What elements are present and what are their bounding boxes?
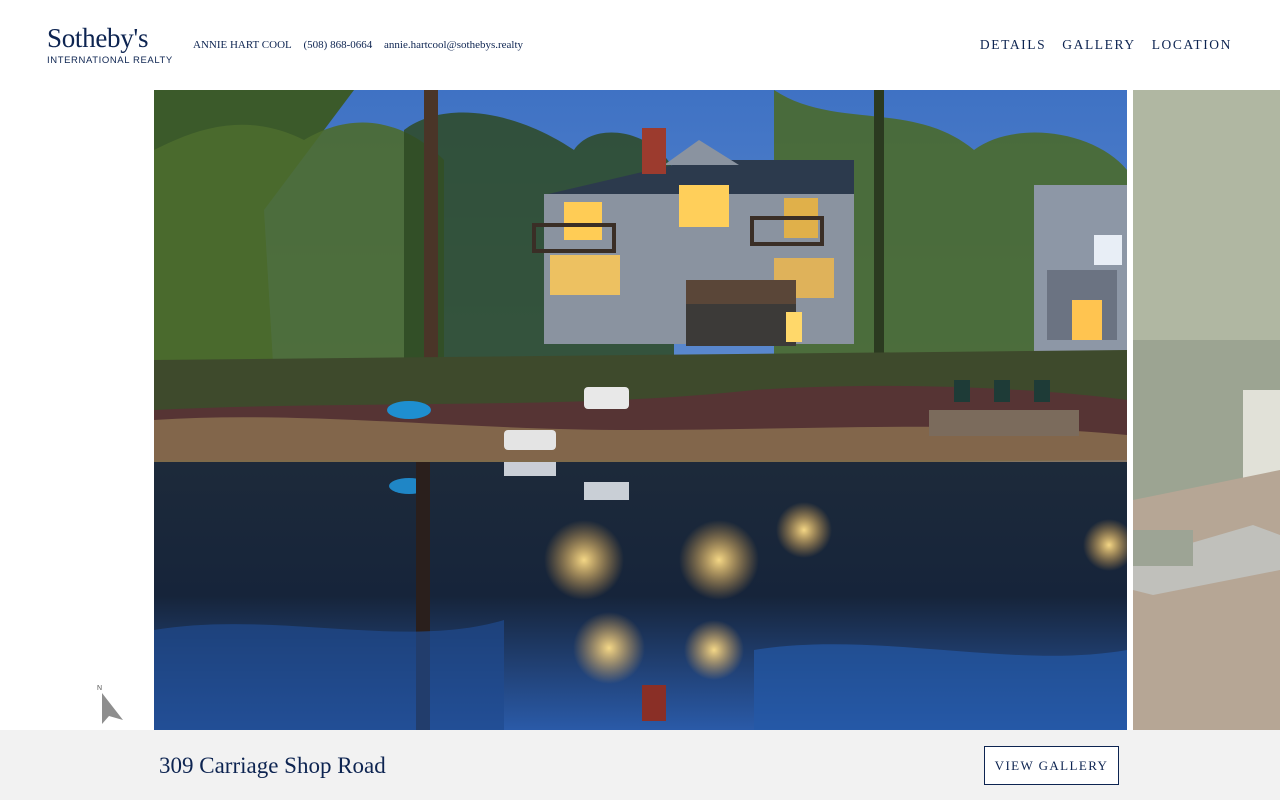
- agent-email-link[interactable]: annie.hartcool@sothebys.realty: [384, 39, 523, 51]
- property-photo-next[interactable]: [1133, 90, 1280, 730]
- nav-gallery[interactable]: GALLERY: [1062, 37, 1135, 53]
- pointer-arrow-icon: N: [96, 684, 126, 728]
- property-photo-main[interactable]: [154, 90, 1127, 730]
- next-photo-veil: [1133, 90, 1280, 730]
- listing-footer: 309 Carriage Shop Road VIEW GALLERY: [0, 730, 1280, 800]
- listing-address: 309 Carriage Shop Road: [159, 753, 386, 778]
- nav-location[interactable]: LOCATION: [1152, 37, 1232, 53]
- main-nav: DETAILS GALLERY LOCATION: [980, 37, 1232, 53]
- nav-details[interactable]: DETAILS: [980, 37, 1046, 53]
- property-photo-image: [154, 90, 1127, 730]
- logo-wordmark: Sotheby's: [47, 23, 149, 53]
- agent-contact: ANNIE HART COOL (508) 868-0664 annie.har…: [193, 39, 532, 51]
- logo-subtitle: INTERNATIONAL REALTY: [47, 55, 173, 66]
- agent-phone-link[interactable]: (508) 868-0664: [304, 39, 373, 51]
- agent-name: ANNIE HART COOL: [193, 39, 292, 51]
- site-header: Sotheby's INTERNATIONAL REALTY ANNIE HAR…: [0, 0, 1280, 90]
- photo-carousel[interactable]: [0, 90, 1280, 730]
- cursor-label: N: [97, 685, 102, 692]
- view-gallery-button[interactable]: VIEW GALLERY: [984, 746, 1119, 785]
- sothebys-logo[interactable]: Sotheby's INTERNATIONAL REALTY: [47, 24, 177, 68]
